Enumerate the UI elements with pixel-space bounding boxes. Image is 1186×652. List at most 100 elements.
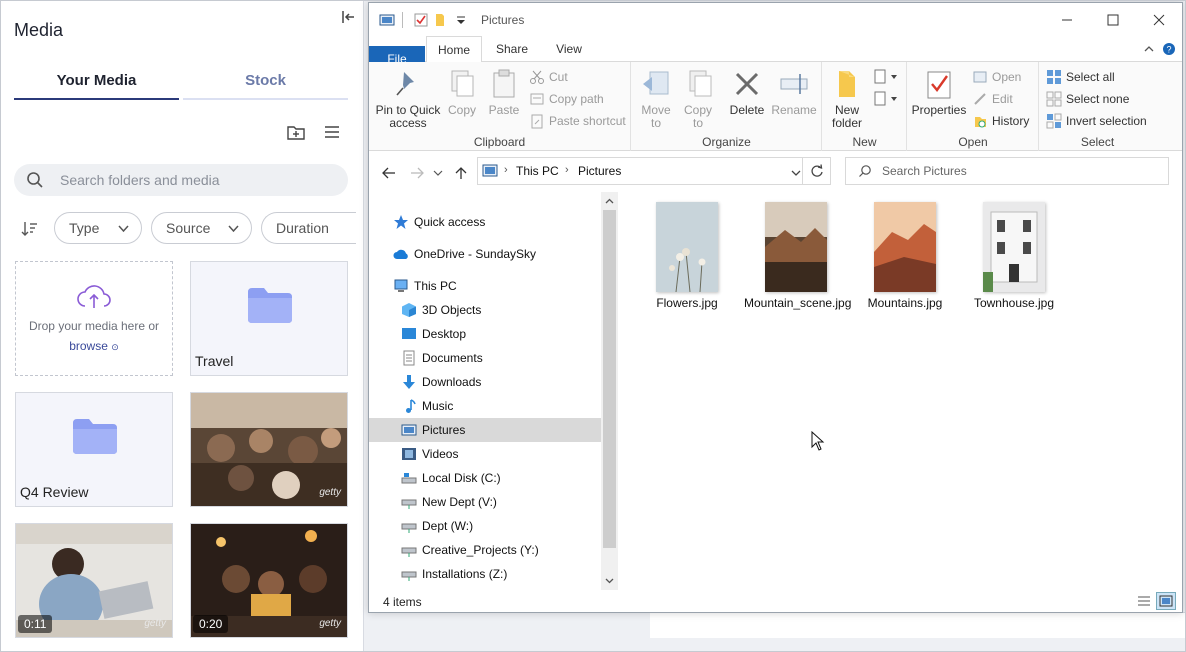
folder-tile-q4-review[interactable]: Q4 Review [15,392,173,507]
large-icons-view-icon[interactable] [1156,592,1176,610]
up-arrow-icon[interactable] [453,165,469,181]
nav-documents[interactable]: Documents [369,346,601,370]
tab-stock[interactable]: Stock [183,72,348,100]
paste-icon [493,69,515,98]
breadcrumb-separator: › [565,164,569,176]
cut-button[interactable]: Cut [529,69,568,87]
nav-this-pc[interactable]: This PC [369,274,601,298]
file-item[interactable]: Flowers.jpg [635,202,739,311]
nav-pictures[interactable]: Pictures [369,418,601,442]
tab-view[interactable]: View [541,36,597,62]
nav-quick-access[interactable]: Quick access [369,210,601,234]
media-video-tile[interactable]: 0:11 getty [15,523,173,638]
media-search-input[interactable] [60,170,330,190]
nav-videos[interactable]: Videos [369,442,601,466]
desktop-icon [402,328,416,339]
copy-path-button[interactable]: Copy path [529,91,604,109]
nav-dept-w[interactable]: Dept (W:) [369,514,601,538]
nav-new-dept-v[interactable]: New Dept (V:) [369,490,601,514]
move-to-button[interactable]: Move to [636,68,676,130]
help-icon[interactable]: ? [1162,42,1176,56]
properties-button[interactable]: Properties [910,68,968,117]
easy-access-icon[interactable] [873,90,901,108]
breadcrumb-this-pc[interactable]: This PC [516,164,559,178]
chevron-down-icon[interactable] [453,12,469,28]
details-view-icon[interactable] [1135,593,1153,609]
properties-icon[interactable] [413,12,429,28]
nav-music[interactable]: Music [369,394,601,418]
history-button[interactable]: History [972,113,1029,131]
list-view-icon[interactable] [322,122,342,142]
delete-button[interactable]: Delete [728,68,766,117]
title-bar[interactable]: Pictures [369,3,1182,36]
scroll-up-icon[interactable] [604,196,615,207]
edit-button[interactable]: Edit [972,91,1013,109]
group-new: New folder New [823,62,907,151]
open-button[interactable]: Open [972,69,1021,87]
media-photo-tile[interactable]: getty [190,392,348,507]
copy-path-icon [530,93,544,105]
chevron-down-icon[interactable] [790,167,802,179]
nav-downloads[interactable]: Downloads [369,370,601,394]
nav-scrollbar[interactable] [601,192,618,590]
media-video-tile[interactable]: 0:20 getty [190,523,348,638]
new-item-icon[interactable] [873,68,901,86]
folder-icon [73,419,117,454]
refresh-button[interactable] [802,158,830,184]
recent-locations-icon[interactable] [433,165,443,181]
pin-quick-access-button[interactable]: Pin to Quick access [373,68,443,130]
explorer-search-input[interactable] [882,162,1152,180]
group-label: Open [958,135,988,149]
navigation-pane: Quick access OneDrive - SundaySky This P… [369,192,618,590]
nav-installations-z[interactable]: Installations (Z:) [369,562,601,586]
nav-3d-objects[interactable]: 3D Objects [369,298,601,322]
select-none-button[interactable]: Select none [1046,91,1129,109]
address-bar[interactable]: › This PC › Pictures [477,157,831,185]
minimize-button[interactable] [1044,3,1090,36]
tab-your-media[interactable]: Your Media [14,72,179,100]
nav-desktop[interactable]: Desktop [369,322,601,346]
paste-shortcut-button[interactable]: Paste shortcut [529,113,626,131]
scrollbar-thumb[interactable] [603,210,616,548]
browse-link[interactable]: browse ⊙ [16,339,172,353]
rename-button[interactable]: Rename [770,68,818,117]
file-item[interactable]: Mountain_scene.jpg [744,202,851,311]
image-thumbnail [874,202,936,292]
tab-share[interactable]: Share [484,36,540,62]
paste-button[interactable]: Paste [485,68,523,117]
media-tabs: Your Media Stock [14,72,348,100]
filter-type[interactable]: Type [54,212,142,244]
properties-check-icon [927,71,951,99]
filter-source[interactable]: Source [151,212,252,244]
breadcrumb-pictures[interactable]: Pictures [578,164,621,178]
new-folder-icon[interactable] [433,12,449,28]
forward-arrow-icon[interactable] [409,165,425,181]
group-clipboard: Pin to Quick access Copy Paste Cut Copy … [369,62,631,151]
tab-home[interactable]: Home [426,36,482,63]
nav-onedrive[interactable]: OneDrive - SundaySky [369,242,601,266]
folder-tile-travel[interactable]: Travel [190,261,348,376]
scroll-down-icon[interactable] [604,575,615,586]
cloud-upload-icon [77,285,111,308]
copy-to-button[interactable]: Copy to [678,68,718,130]
new-folder-button[interactable]: New folder [825,68,869,130]
videos-icon [402,448,416,460]
filter-duration[interactable]: Duration [261,212,356,244]
file-item[interactable]: Townhouse.jpg [962,202,1066,311]
back-arrow-icon[interactable] [381,165,397,181]
invert-selection-button[interactable]: Invert selection [1046,113,1147,131]
sort-icon[interactable] [20,219,40,239]
copy-button[interactable]: Copy [443,68,481,117]
nav-local-disk-c[interactable]: Local Disk (C:) [369,466,601,490]
media-dropzone[interactable]: Drop your media here or browse ⊙ [15,261,173,376]
maximize-button[interactable] [1090,3,1136,36]
new-folder-icon[interactable] [286,122,306,142]
collapse-ribbon-icon[interactable] [1142,42,1156,56]
group-label: Select [1080,135,1115,149]
select-all-button[interactable]: Select all [1046,69,1115,87]
maximize-icon [1107,14,1119,26]
file-item[interactable]: Mountains.jpg [853,202,957,311]
close-button[interactable] [1136,3,1182,36]
nav-creative-projects-y[interactable]: Creative_Projects (Y:) [369,538,601,562]
collapse-panel-icon[interactable] [340,9,356,25]
